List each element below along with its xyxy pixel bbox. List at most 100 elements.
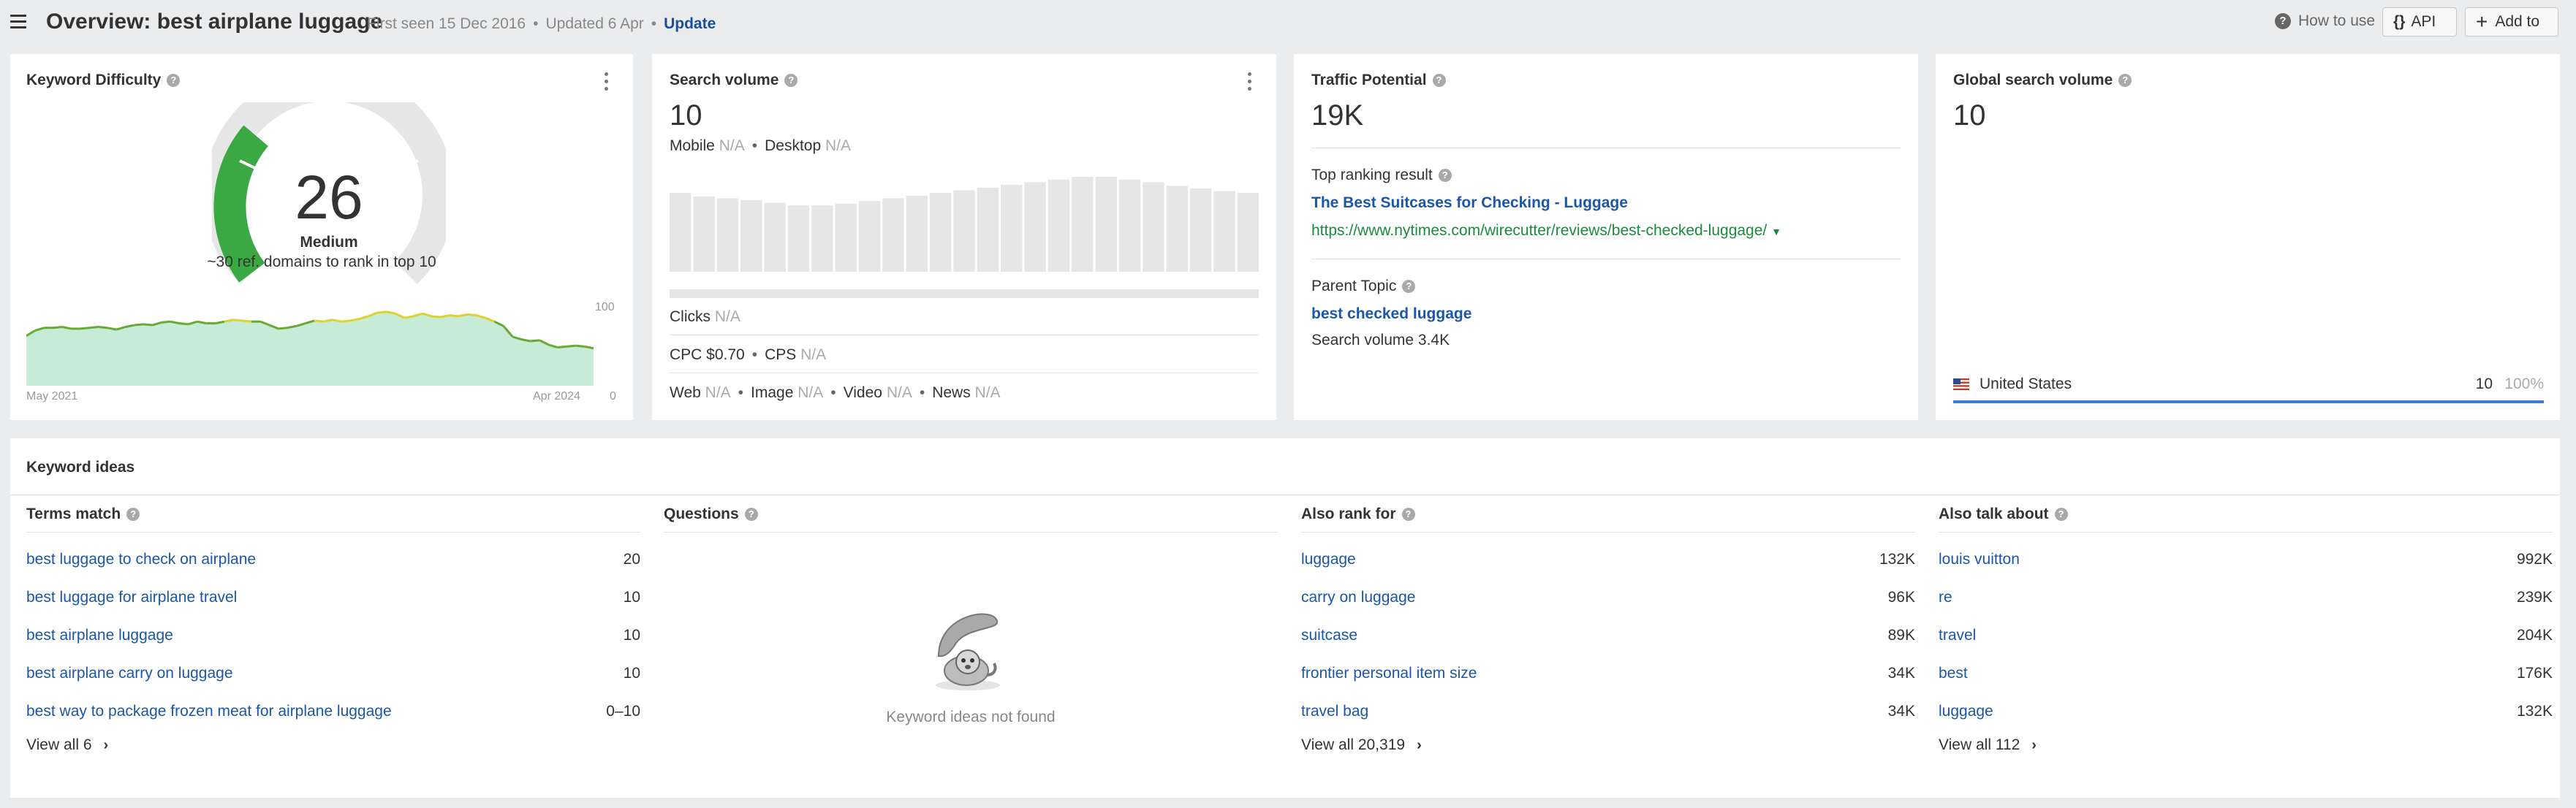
keyword-idea-link[interactable]: best bbox=[1939, 665, 1968, 682]
sv-volume-bars bbox=[670, 177, 1259, 272]
volume-bar bbox=[693, 197, 715, 272]
kd-chart-line-segment bbox=[557, 345, 567, 349]
keyword-idea-volume: 20 bbox=[623, 551, 640, 568]
keyword-idea-link[interactable]: frontier personal item size bbox=[1301, 665, 1477, 682]
chevron-right-icon: › bbox=[103, 736, 109, 753]
update-link[interactable]: Update bbox=[664, 15, 716, 32]
help-icon[interactable]: ? bbox=[167, 74, 181, 87]
cpc-row: CPC $0.70 • CPS N/A bbox=[670, 346, 827, 363]
keyword-idea-link[interactable]: travel bbox=[1939, 627, 1976, 644]
kd-chart-ymax: 100 bbox=[595, 301, 615, 313]
keyword-idea-volume: 34K bbox=[1887, 665, 1915, 682]
keyword-idea-volume: 34K bbox=[1887, 703, 1915, 720]
keyword-ideas-card: Keyword ideas Terms match? best luggage … bbox=[10, 438, 2560, 798]
keyword-idea-volume: 132K bbox=[2516, 703, 2553, 720]
help-icon[interactable]: ? bbox=[2118, 74, 2132, 87]
keyword-idea-link[interactable]: travel bag bbox=[1301, 703, 1368, 720]
also-talk-about-title: Also talk about? bbox=[1939, 506, 2068, 523]
clicks-row: Clicks N/A bbox=[670, 308, 740, 326]
how-to-use-link[interactable]: ? How to use bbox=[2275, 12, 2375, 30]
volume-bar bbox=[1024, 182, 1046, 272]
keyword-idea-link[interactable]: carry on luggage bbox=[1301, 589, 1415, 606]
divider bbox=[1939, 532, 2553, 533]
keyword-idea-link[interactable]: best airplane carry on luggage bbox=[26, 665, 233, 682]
top-result-title-link[interactable]: The Best Suitcases for Checking - Luggag… bbox=[1311, 194, 1628, 212]
kd-chart-line-segment bbox=[233, 319, 243, 322]
help-icon[interactable]: ? bbox=[1401, 508, 1415, 521]
also-rank-for-view-all[interactable]: View all 20,319 › bbox=[1301, 736, 1422, 754]
traffic-potential-card: Traffic Potential? 19K Top ranking resul… bbox=[1294, 54, 1918, 420]
sv-title: Search volume? bbox=[670, 72, 798, 89]
tp-value: 19K bbox=[1311, 99, 1364, 132]
api-button[interactable]: {} API bbox=[2382, 7, 2457, 37]
tp-title: Traffic Potential? bbox=[1311, 72, 1446, 89]
desktop-value: N/A bbox=[825, 137, 851, 154]
volume-bar bbox=[1072, 177, 1094, 272]
help-icon[interactable]: ? bbox=[744, 508, 758, 521]
view-all-label: View all 112 bbox=[1939, 736, 2020, 753]
mobile-label: Mobile bbox=[670, 137, 715, 154]
volume-bar bbox=[1048, 179, 1070, 272]
keyword-idea-volume: 176K bbox=[2516, 665, 2553, 682]
terms-match-view-all[interactable]: View all 6 › bbox=[26, 736, 108, 754]
keyword-idea-volume: 89K bbox=[1887, 627, 1915, 644]
help-icon[interactable]: ? bbox=[784, 74, 798, 87]
terms-match-title: Terms match? bbox=[26, 506, 140, 523]
keyword-idea-link[interactable]: luggage bbox=[1939, 703, 1993, 720]
cps-label: CPS bbox=[765, 346, 797, 363]
help-icon[interactable]: ? bbox=[126, 508, 140, 521]
parent-topic-label-text: Parent Topic bbox=[1311, 278, 1397, 294]
kd-chart-line-segment bbox=[530, 339, 540, 343]
parent-topic-link[interactable]: best checked luggage bbox=[1311, 305, 1471, 323]
keyword-idea-link[interactable]: louis vuitton bbox=[1939, 551, 2020, 568]
keyword-idea-link[interactable]: suitcase bbox=[1301, 627, 1357, 644]
kd-chart-line-segment bbox=[80, 327, 90, 330]
clicks-label: Clicks bbox=[670, 308, 711, 325]
keyword-idea-link[interactable]: best way to package frozen meat for airp… bbox=[26, 703, 392, 720]
divider bbox=[1301, 532, 1915, 533]
global-volume-card: Global search volume? 10 United States 1… bbox=[1936, 54, 2560, 420]
clicks-value: N/A bbox=[714, 308, 740, 325]
volume-bar bbox=[811, 205, 833, 272]
keyword-difficulty-card: Keyword Difficulty? 26 Medium ~30 ref. d… bbox=[10, 54, 633, 420]
keyword-idea-link[interactable]: luggage bbox=[1301, 551, 1356, 568]
caret-down-icon[interactable]: ▼ bbox=[1771, 226, 1781, 237]
kd-chart-ymin: 0 bbox=[610, 390, 616, 403]
kd-value: 26 bbox=[295, 163, 363, 232]
kd-chart-line-segment bbox=[278, 327, 288, 330]
keyword-idea-link[interactable]: best airplane luggage bbox=[26, 627, 173, 644]
video-label: Video bbox=[843, 384, 882, 401]
sv-device-split: Mobile N/A • Desktop N/A bbox=[670, 137, 851, 154]
kd-chart-line-segment bbox=[143, 323, 153, 327]
help-icon[interactable]: ? bbox=[1438, 169, 1452, 182]
help-icon[interactable]: ? bbox=[1402, 280, 1416, 293]
also-talk-about-view-all[interactable]: View all 112 › bbox=[1939, 736, 2037, 754]
web-label: Web bbox=[670, 384, 701, 401]
desktop-label: Desktop bbox=[765, 137, 822, 154]
keyword-idea-volume: 132K bbox=[1879, 551, 1915, 568]
kd-chart-line-segment bbox=[377, 310, 387, 314]
keyword-idea-link[interactable]: best luggage to check on airplane bbox=[26, 551, 256, 568]
kd-more-icon[interactable] bbox=[605, 72, 609, 91]
view-all-label: View all 6 bbox=[26, 736, 92, 753]
sv-clicks-bar bbox=[670, 289, 1259, 298]
help-icon[interactable]: ? bbox=[2054, 508, 2068, 521]
sv-more-icon[interactable] bbox=[1248, 72, 1252, 91]
country-name: United States bbox=[1980, 376, 2072, 392]
keyword-idea-volume: 992K bbox=[2516, 551, 2553, 568]
serp-types-row: Web N/A • Image N/A • Video N/A • News N/A bbox=[670, 384, 1001, 401]
kd-title-label: Keyword Difficulty bbox=[26, 72, 162, 88]
keyword-idea-link[interactable]: best luggage for airplane travel bbox=[26, 589, 237, 606]
view-all-label: View all 20,319 bbox=[1301, 736, 1406, 753]
hamburger-menu-icon[interactable] bbox=[10, 15, 26, 29]
top-result-url[interactable]: https://www.nytimes.com/wirecutter/revie… bbox=[1311, 222, 1781, 240]
api-label: API bbox=[2411, 13, 2436, 30]
volume-bar bbox=[858, 201, 881, 272]
kd-chart-line-segment bbox=[467, 313, 477, 317]
keyword-idea-link[interactable]: re bbox=[1939, 589, 1952, 606]
help-icon[interactable]: ? bbox=[1432, 74, 1446, 87]
add-to-label: Add to bbox=[2495, 13, 2540, 30]
volume-bar bbox=[882, 198, 904, 272]
add-to-button[interactable]: + Add to bbox=[2465, 7, 2558, 37]
sv-title-label: Search volume bbox=[670, 72, 779, 88]
